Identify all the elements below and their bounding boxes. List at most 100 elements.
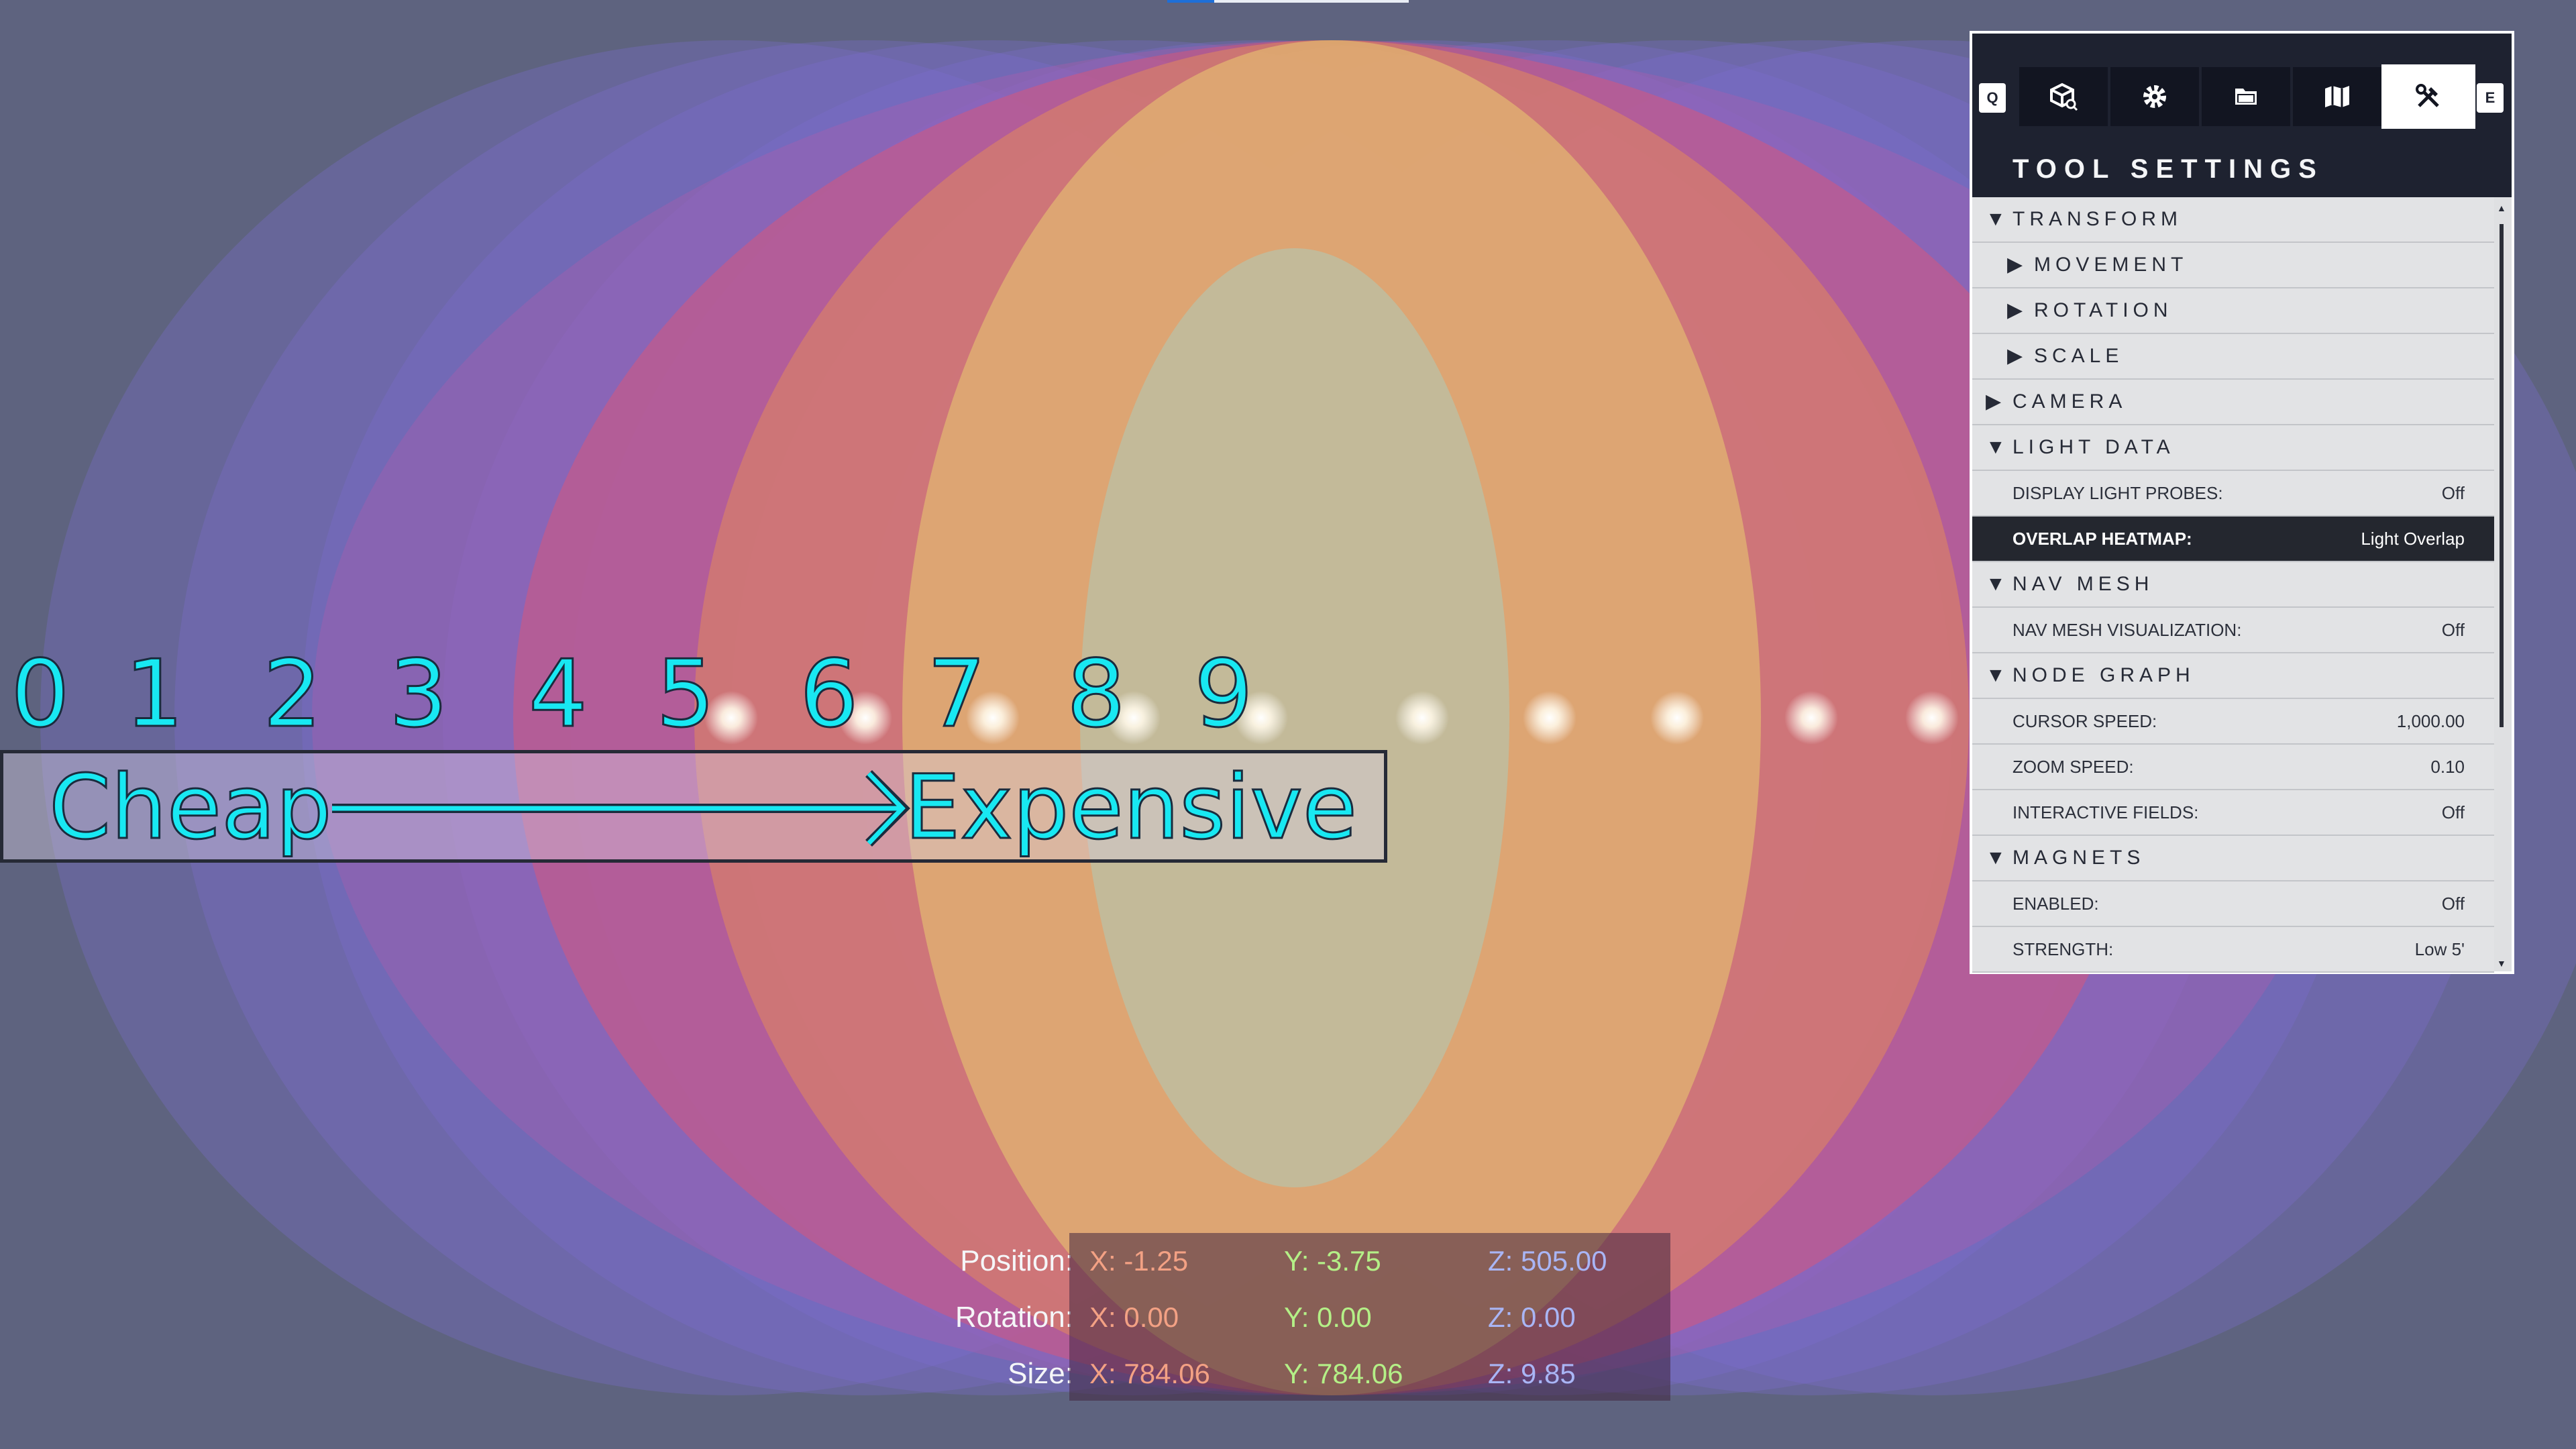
section-transform[interactable]: ▼ TRANSFORM — [1972, 197, 2494, 243]
setting-display-light-probes[interactable]: DISPLAY LIGHT PROBES: Off — [1972, 471, 2494, 517]
scroll-up-icon[interactable]: ▲ — [2497, 203, 2506, 213]
section-label: MOVEMENT — [2034, 254, 2188, 276]
position-z-value[interactable]: Z: 505.00 — [1488, 1233, 1607, 1289]
tab-settings[interactable] — [2110, 67, 2199, 126]
section-light-data[interactable]: ▼ LIGHT DATA — [1972, 425, 2494, 471]
setting-value[interactable]: Light Overlap — [2361, 517, 2465, 561]
section-label: TRANSFORM — [2012, 208, 2182, 230]
setting-label: NAV MESH VISUALIZATION: — [2012, 620, 2242, 640]
section-label: ROTATION — [2034, 299, 2173, 321]
settings-list: ▼ TRANSFORM ▶ MOVEMENT ▶ ROTATION ▶ SCALE ▶ CAMER… — [1972, 197, 2494, 973]
scale-number: 0 — [10, 639, 71, 749]
setting-value[interactable]: Off — [2442, 790, 2465, 835]
scale-number: 6 — [799, 639, 860, 749]
rotation-x-value[interactable]: X: 0.00 — [1089, 1289, 1179, 1346]
rotation-label: Rotation: — [955, 1301, 1073, 1334]
scale-number: 8 — [1066, 639, 1127, 749]
scroll-thumb[interactable] — [2500, 224, 2504, 727]
section-node-graph[interactable]: ▼ NODE GRAPH — [1972, 653, 2494, 699]
collapsed-arrow-icon: ▶ — [2007, 299, 2023, 321]
expanded-arrow-icon: ▼ — [1986, 436, 2006, 458]
folder-icon — [2235, 89, 2257, 105]
setting-value[interactable]: 0.10 — [2430, 745, 2465, 789]
expanded-arrow-icon: ▼ — [1986, 208, 2006, 230]
setting-value[interactable]: Low 5' — [2415, 927, 2465, 971]
expanded-arrow-icon: ▼ — [1986, 573, 2006, 595]
scale-number: 9 — [1193, 639, 1254, 749]
position-x-value[interactable]: X: -1.25 — [1089, 1233, 1188, 1289]
section-label: CAMERA — [2012, 390, 2127, 413]
setting-nav-mesh-visualization[interactable]: NAV MESH VISUALIZATION: Off — [1972, 608, 2494, 653]
size-y-value[interactable]: Y: 784.06 — [1284, 1346, 1403, 1402]
setting-enabled[interactable]: ENABLED: Off — [1972, 881, 2494, 927]
section-movement[interactable]: ▶ MOVEMENT — [1972, 243, 2494, 288]
readout-labels: Position: Rotation: Size: — [872, 1233, 1073, 1401]
setting-zoom-speed[interactable]: ZOOM SPEED: 0.10 — [1972, 745, 2494, 790]
section-nav-mesh[interactable]: ▼ NAV MESH — [1972, 562, 2494, 608]
rotation-y-value[interactable]: Y: 0.00 — [1284, 1289, 1372, 1346]
size-z-value[interactable]: Z: 9.85 — [1488, 1346, 1576, 1402]
map-icon — [2325, 86, 2349, 107]
settings-scrollbar[interactable]: ▲ ▼ — [2497, 197, 2508, 971]
scale-number: 2 — [262, 639, 323, 749]
collapsed-arrow-icon: ▶ — [2007, 254, 2023, 276]
setting-label: DISPLAY LIGHT PROBES: — [2012, 483, 2223, 503]
size-label: Size: — [1008, 1357, 1073, 1390]
top-tab-accent — [1167, 0, 1214, 3]
setting-label: OVERLAP HEATMAP: — [2012, 529, 2192, 549]
section-label: NODE GRAPH — [2012, 664, 2195, 686]
object-browser-icon — [2050, 83, 2078, 111]
heatmap-scale-numbers: 0 1 2 3 4 5 6 7 8 9 — [0, 637, 1409, 751]
setting-interactive-fields[interactable]: INTERACTIVE FIELDS: Off — [1972, 790, 2494, 836]
setting-cursor-speed[interactable]: CURSOR SPEED: 1,000.00 — [1972, 699, 2494, 745]
panel-tab-bar — [2019, 64, 2475, 129]
section-label: NAV MESH — [2012, 573, 2154, 595]
rotation-z-value[interactable]: Z: 0.00 — [1488, 1289, 1576, 1346]
scale-number: 1 — [124, 639, 185, 749]
section-label: LIGHT DATA — [2012, 436, 2175, 458]
tools-icon — [2416, 84, 2439, 107]
setting-value[interactable]: Off — [2442, 881, 2465, 926]
setting-label: ENABLED: — [2012, 894, 2099, 914]
settings-gear-icon — [2143, 85, 2166, 108]
section-scale[interactable]: ▶ SCALE — [1972, 334, 2494, 380]
setting-overlap-heatmap[interactable]: OVERLAP HEATMAP: Light Overlap — [1972, 517, 2494, 562]
scale-number: 7 — [926, 639, 987, 749]
scale-number: 5 — [655, 639, 716, 749]
panel-title: TOOL SETTINGS — [2012, 154, 2324, 184]
section-magnets[interactable]: ▼ MAGNETS — [1972, 836, 2494, 881]
panel-header: Q E TOOL SETTINGS — [1972, 34, 2512, 197]
setting-value[interactable]: 1,000.00 — [2397, 699, 2465, 743]
next-tab-key-hint[interactable]: E — [2477, 83, 2504, 113]
light-point — [1523, 691, 1576, 745]
setting-label: INTERACTIVE FIELDS: — [2012, 802, 2199, 822]
expanded-arrow-icon: ▼ — [1986, 664, 2006, 686]
transform-readout: Position: Rotation: Size: X: -1.25 Y: -3… — [872, 1233, 1670, 1401]
collapsed-arrow-icon: ▶ — [2007, 345, 2023, 367]
expanded-arrow-icon: ▼ — [1986, 847, 2006, 869]
light-point — [1650, 691, 1704, 745]
size-x-value[interactable]: X: 784.06 — [1089, 1346, 1210, 1402]
section-rotation[interactable]: ▶ ROTATION — [1972, 288, 2494, 334]
setting-value[interactable]: Off — [2442, 608, 2465, 652]
setting-value[interactable]: Off — [2442, 471, 2465, 515]
setting-strength[interactable]: STRENGTH: Low 5' — [1972, 927, 2494, 973]
legend-arrow-icon — [332, 770, 910, 847]
position-y-value[interactable]: Y: -3.75 — [1284, 1233, 1381, 1289]
tab-map[interactable] — [2293, 67, 2381, 126]
scale-number: 3 — [388, 639, 449, 749]
cost-legend: Cheap Expensive — [0, 750, 1387, 863]
prev-tab-key-hint[interactable]: Q — [1979, 83, 2006, 113]
light-point — [1905, 691, 1959, 745]
top-tab-indicator — [1167, 0, 1409, 3]
setting-label: CURSOR SPEED: — [2012, 711, 2157, 731]
section-camera[interactable]: ▶ CAMERA — [1972, 380, 2494, 425]
scroll-down-icon[interactable]: ▼ — [2497, 958, 2506, 969]
tab-tool-settings[interactable] — [2381, 64, 2475, 129]
tab-object-browser[interactable] — [2019, 67, 2108, 126]
position-label: Position: — [960, 1244, 1073, 1277]
tab-files[interactable] — [2202, 67, 2290, 126]
section-label: MAGNETS — [2012, 847, 2145, 869]
collapsed-arrow-icon: ▶ — [1986, 390, 2002, 413]
scale-number: 4 — [528, 639, 589, 749]
